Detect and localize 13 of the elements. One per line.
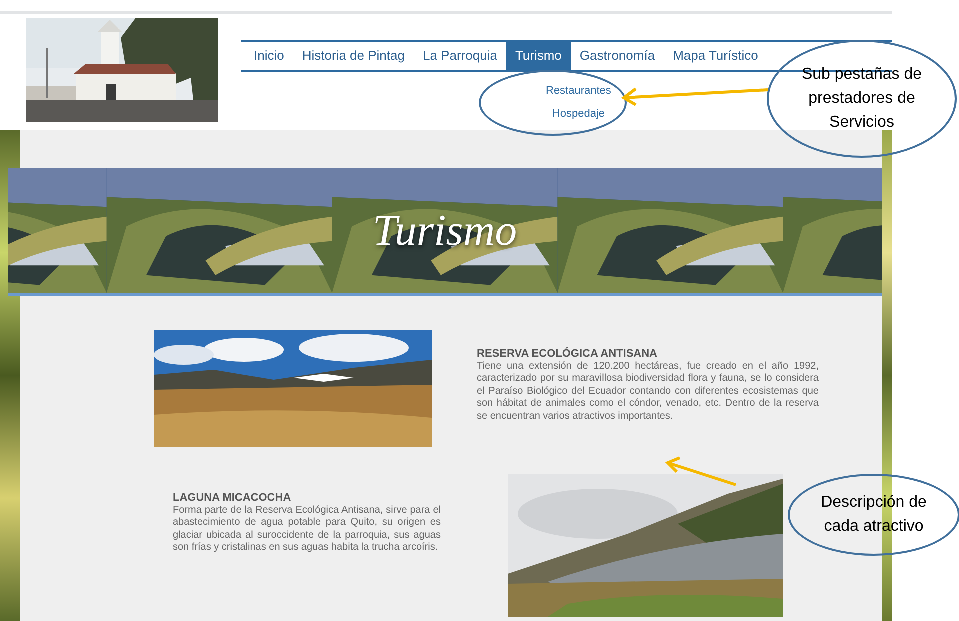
submenu-item[interactable]: Restaurantes — [546, 84, 612, 98]
submenu-item[interactable]: Hospedaje — [552, 107, 606, 121]
banner-title: Turismo — [372, 204, 518, 256]
nav-tab[interactable]: Inicio — [245, 42, 294, 70]
nav-tab[interactable]: Historia de Pintag — [293, 42, 414, 70]
attraction-title: LAGUNA MICACOCHA — [173, 491, 292, 505]
nav-tab[interactable]: Turismo — [506, 42, 571, 70]
attraction-description: Forma parte de la Reserva Ecológica Antisana, sirve para el abastecimiento de agua potable para Quito, su origen es glaciar ubicada al suroccidente de la parroquia, sus aguas son frías y cristalinas en sus aguas habita la trucha arcoíris. — [173, 505, 441, 555]
attraction-title: RESERVA ECOLÓGICA ANTISANA — [477, 347, 658, 361]
nav-tab[interactable]: La Parroquia — [414, 42, 506, 70]
nav-tab[interactable]: Gastronomía — [570, 42, 664, 70]
attraction-description: Tiene una extensión de 120.200 hectáreas, fue creado en el año 1992, caracterizado por su maravillosa biodiversidad flora y fauna, se lo considera el Paraíso Biológico del Ecuador contando con diferentes ecosistemas que son hábitat de animales como el cóndor, venado, etc. Dentro de la reserva se encuentran varios atractivos importantes. — [477, 361, 819, 424]
nav-tab[interactable]: Mapa Turístico — [664, 42, 768, 70]
